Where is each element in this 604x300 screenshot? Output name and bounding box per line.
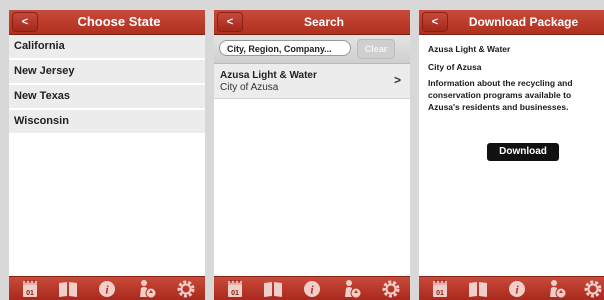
recycle-person-icon[interactable] xyxy=(546,279,568,299)
search-bar: City, Region, Company... Clear xyxy=(214,35,410,64)
book-icon[interactable] xyxy=(57,279,79,299)
search-input[interactable]: City, Region, Company... xyxy=(219,40,351,56)
calendar-day-label: 01 xyxy=(26,290,34,297)
tab-bar: 01 i xyxy=(214,276,410,300)
recycle-person-icon[interactable] xyxy=(136,279,158,299)
screen-title: Choose State xyxy=(77,14,161,29)
book-icon[interactable] xyxy=(262,279,284,299)
back-button[interactable]: < xyxy=(422,12,448,32)
calendar-icon[interactable]: 01 xyxy=(19,279,41,299)
list-item-state[interactable]: New Jersey xyxy=(9,60,205,85)
list-item-result[interactable]: Azusa Light & Water City of Azusa > xyxy=(214,64,410,99)
navigation-bar: < Search xyxy=(214,10,410,35)
settings-icon[interactable] xyxy=(380,279,402,299)
package-name: Azusa Light & Water xyxy=(428,44,511,54)
screen-title: Download Package xyxy=(468,15,579,29)
result-name: Azusa Light & Water xyxy=(220,70,317,81)
info-icon[interactable]: i xyxy=(506,279,528,299)
info-icon[interactable]: i xyxy=(301,279,323,299)
clear-button[interactable]: Clear xyxy=(357,39,395,59)
package-description: Information about the recycling and cons… xyxy=(428,78,573,112)
info-icon[interactable]: i xyxy=(96,279,118,299)
state-list: California New Jersey New Texas Wisconsi… xyxy=(9,35,205,135)
book-icon[interactable] xyxy=(467,279,489,299)
recycle-person-icon[interactable] xyxy=(341,279,363,299)
calendar-icon[interactable]: 01 xyxy=(429,279,451,299)
result-city: City of Azusa xyxy=(220,82,279,93)
package-city: City of Azusa xyxy=(428,62,482,72)
settings-icon[interactable] xyxy=(582,279,604,299)
choose-state-screen: < Choose State California New Jersey New… xyxy=(9,10,205,300)
download-package-screen: < Download Package Azusa Light & Water C… xyxy=(419,10,604,300)
screen-title: Search xyxy=(303,15,345,29)
settings-icon[interactable] xyxy=(175,279,197,299)
back-button[interactable]: < xyxy=(12,12,38,32)
list-item-state[interactable]: Wisconsin xyxy=(9,110,205,135)
back-button[interactable]: < xyxy=(217,12,243,32)
navigation-bar: < Choose State xyxy=(9,10,205,35)
download-button[interactable]: Download xyxy=(487,143,559,161)
calendar-icon[interactable]: 01 xyxy=(224,279,246,299)
list-item-state[interactable]: New Texas xyxy=(9,85,205,110)
tab-bar: 01 i xyxy=(419,276,604,300)
calendar-day-label: 01 xyxy=(231,290,239,297)
list-item-state[interactable]: California xyxy=(9,35,205,60)
calendar-day-label: 01 xyxy=(436,290,444,297)
navigation-bar: < Download Package xyxy=(419,10,604,35)
tab-bar: 01 i xyxy=(9,276,205,300)
chevron-right-icon: > xyxy=(393,73,401,87)
search-screen: < Search City, Region, Company... Clear … xyxy=(214,10,410,300)
package-details: Azusa Light & Water City of Azusa Inform… xyxy=(428,43,599,113)
